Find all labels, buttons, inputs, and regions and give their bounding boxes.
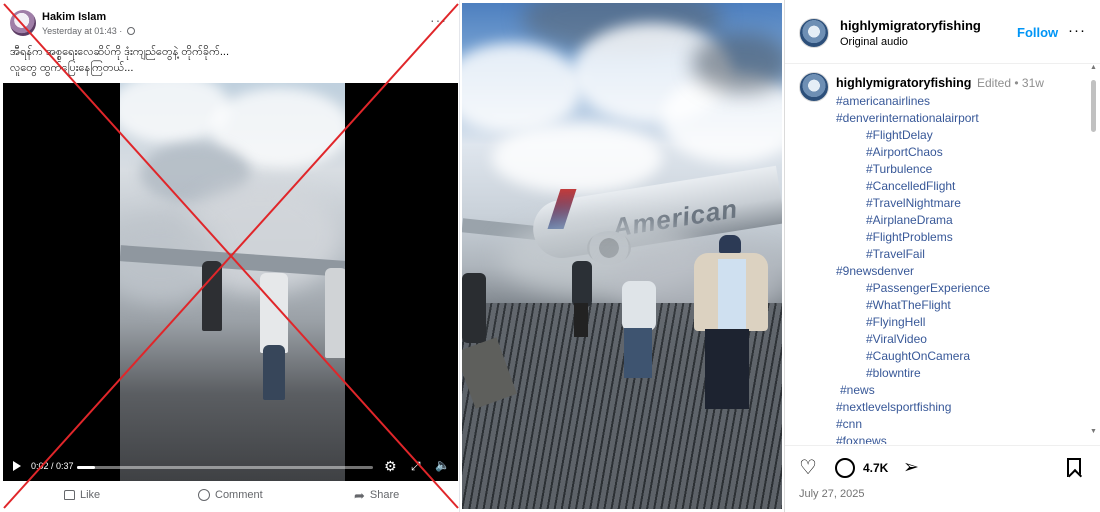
share-label: Share	[369, 489, 400, 501]
hashtag-link[interactable]: #CancelledFlight	[836, 178, 1086, 195]
hashtag-link[interactable]: #TravelFail	[836, 246, 1086, 263]
gear-icon[interactable]: ⚙	[384, 458, 397, 475]
caption-line: လူတွေ ထွက်ပြေးနေကြတယ်...	[10, 62, 134, 74]
comment-label: Comment	[215, 489, 263, 501]
follow-button[interactable]: Follow	[1017, 25, 1058, 40]
post-options-button[interactable]: ···	[1068, 22, 1086, 39]
hashtag-link[interactable]: #ViralVideo	[836, 331, 1086, 348]
heart-icon[interactable]: ♡	[799, 458, 817, 478]
post-date: July 27, 2025	[799, 488, 865, 500]
like-label: Like	[80, 489, 101, 501]
video-progress-fill	[77, 466, 95, 469]
caption-line: အီရန်က အစ္စရေးလေဆိပ်ကို ဒုံးကျည်တွေနဲ့ တ…	[10, 46, 230, 58]
post-timestamp[interactable]: Yesterday at 01:43 ·	[42, 26, 135, 36]
hashtag-link[interactable]: #americanairlines	[836, 93, 1086, 110]
hashtag-link[interactable]: #WhatTheFlight	[836, 297, 1086, 314]
hashtag-link[interactable]: #foxnews	[836, 433, 1086, 444]
timestamp-text: Yesterday at 01:43 ·	[42, 26, 125, 36]
caption-comment: highlymigratoryfishing Edited • 31w #ame…	[785, 64, 1100, 444]
audio-label[interactable]: Original audio	[840, 36, 908, 48]
post-options-button[interactable]: ···	[430, 12, 447, 28]
comment-username[interactable]: highlymigratoryfishing	[836, 76, 971, 90]
profile-username[interactable]: highlymigratoryfishing	[840, 18, 981, 33]
post-caption: အီရန်က အစ္စရေးလေဆိပ်ကို ဒုံးကျည်တွေနဲ့ တ…	[10, 44, 430, 76]
bookmark-icon[interactable]	[1067, 458, 1081, 477]
hashtag-link[interactable]: #PassengerExperience	[836, 280, 1086, 297]
hashtag-link[interactable]: #CaughtOnCamera	[836, 348, 1086, 365]
hashtag-link[interactable]: #cnn	[836, 416, 1086, 433]
video-controls: 0:02 / 0:37 ⚙ ⤢ 🔈	[3, 457, 458, 479]
share-icon: ➦	[354, 487, 365, 503]
scroll-down-arrow[interactable]: ▼	[1090, 428, 1097, 435]
hashtag-link[interactable]: #FlightProblems	[836, 229, 1086, 246]
hashtag-link[interactable]: #nextlevelsportfishing	[836, 399, 1086, 416]
divider	[785, 445, 1100, 446]
profile-avatar[interactable]	[799, 18, 829, 48]
hashtag-link[interactable]: #AirplaneDrama	[836, 212, 1086, 229]
video-player[interactable]: 0:02 / 0:37 ⚙ ⤢ 🔈	[3, 83, 458, 481]
comment-icon	[198, 489, 210, 501]
expand-icon[interactable]: ⤢	[411, 459, 421, 474]
post-actions: Like Comment ➦ Share	[0, 483, 460, 509]
hashtag-link[interactable]: #FlightDelay	[836, 127, 1086, 144]
scrollbar-thumb[interactable]	[1091, 80, 1096, 132]
hashtag-link[interactable]: #AirportChaos	[836, 144, 1086, 161]
video-time: 0:02 / 0:37	[31, 461, 74, 471]
video-frame	[120, 83, 345, 481]
comment-count: 4.7K	[863, 461, 889, 475]
action-bar: ♡ 4.7K ➢	[785, 452, 1100, 482]
hashtag-list: #americanairlines #denverinternationalai…	[836, 93, 1086, 444]
instagram-photo[interactable]: American	[462, 3, 782, 509]
globe-icon	[126, 27, 135, 35]
hashtag-link[interactable]: #9newsdenver	[836, 263, 1086, 280]
hashtag-link[interactable]: #blowntire	[836, 365, 1086, 382]
hashtag-link[interactable]: #TravelNightmare	[836, 195, 1086, 212]
author-avatar[interactable]	[10, 10, 36, 36]
send-icon[interactable]: ➢	[903, 456, 919, 479]
comment-meta: Edited • 31w	[977, 76, 1044, 90]
scroll-up-arrow[interactable]: ▲	[1090, 64, 1097, 71]
volume-mute-icon[interactable]: 🔈	[435, 458, 450, 472]
comment-button[interactable]: Comment	[198, 489, 263, 501]
share-button[interactable]: ➦ Share	[354, 487, 400, 503]
facebook-post: Hakim Islam Yesterday at 01:43 · ··· အီရ…	[0, 0, 460, 512]
comment-avatar[interactable]	[799, 72, 829, 102]
author-name[interactable]: Hakim Islam	[42, 11, 106, 23]
hashtag-link[interactable]: #FlyingHell	[836, 314, 1086, 331]
thumbs-up-icon	[64, 490, 75, 500]
play-icon[interactable]	[13, 461, 21, 471]
video-progress-track[interactable]	[77, 466, 373, 469]
comment-icon[interactable]	[835, 458, 855, 478]
hashtag-link[interactable]: #denverinternationalairport	[836, 110, 1086, 127]
hashtag-link[interactable]: #Turbulence	[836, 161, 1086, 178]
like-button[interactable]: Like	[64, 489, 100, 501]
instagram-panel: highlymigratoryfishing Original audio Fo…	[784, 0, 1100, 512]
hashtag-link[interactable]: #news	[836, 382, 1086, 399]
